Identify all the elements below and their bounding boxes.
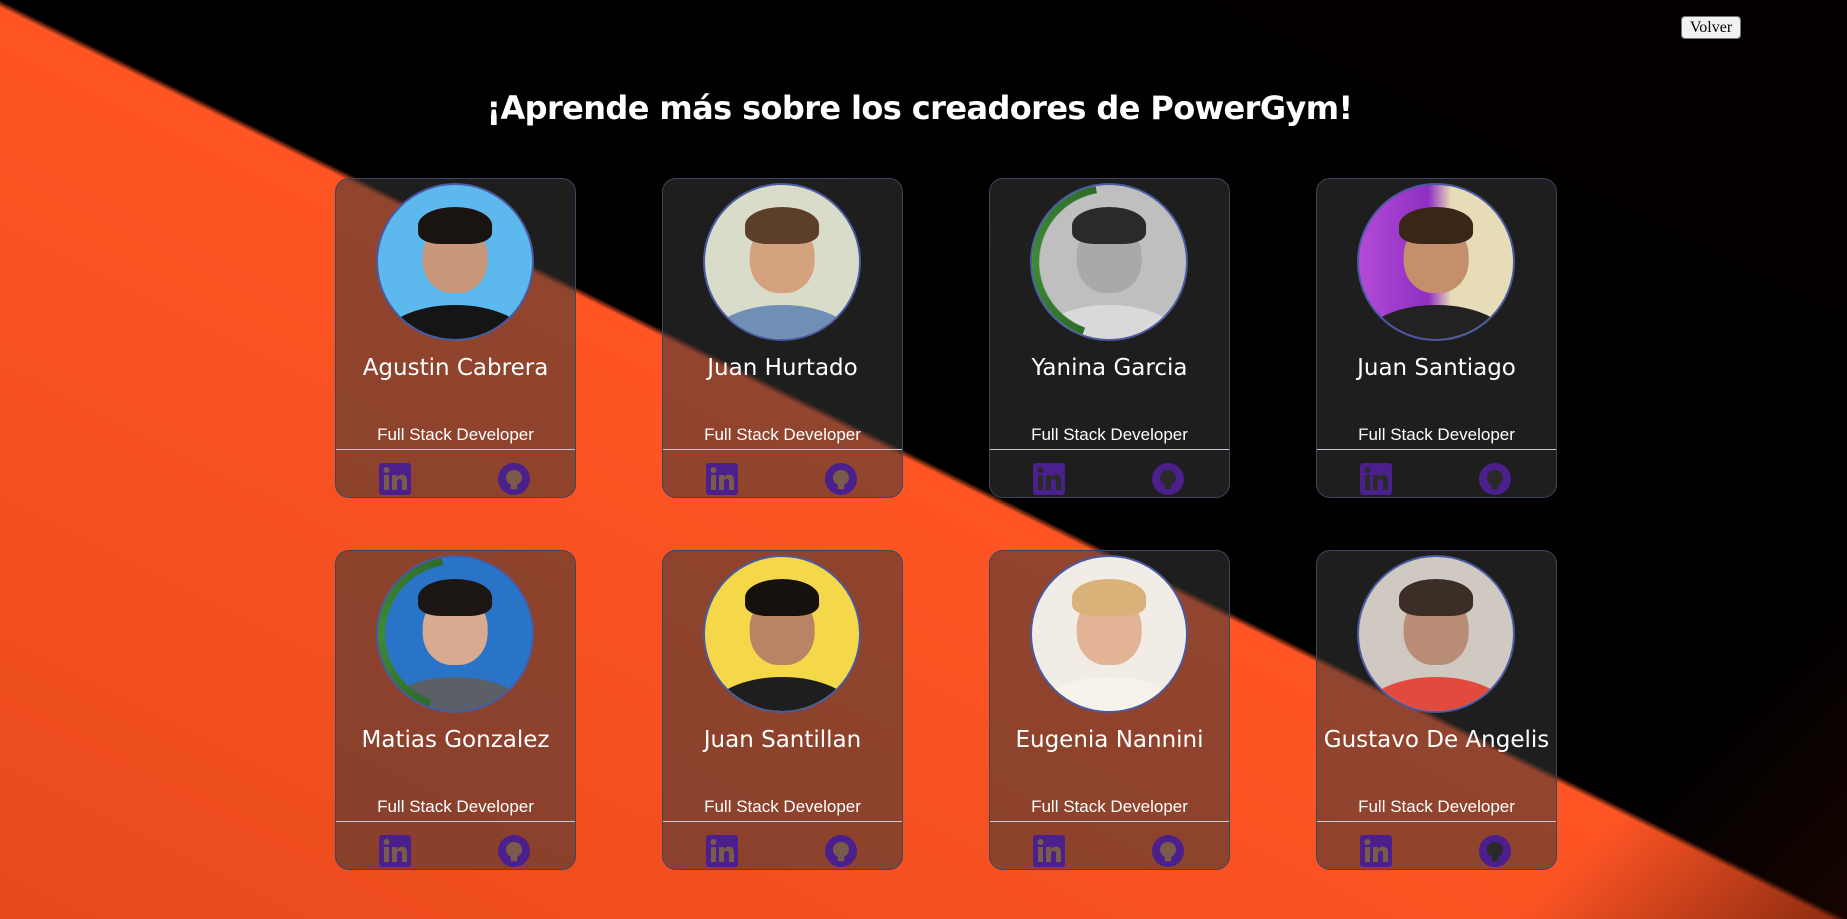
github-icon[interactable]: [497, 834, 531, 868]
creator-name: Juan Hurtado: [707, 355, 858, 381]
volver-button[interactable]: Volver: [1681, 16, 1741, 39]
linkedin-icon[interactable]: [378, 834, 412, 868]
github-icon[interactable]: [824, 834, 858, 868]
page-title: ¡Aprende más sobre los creadores de Powe…: [486, 89, 1353, 127]
divider: [990, 821, 1229, 822]
creator-role: Full Stack Developer: [1358, 425, 1515, 444]
divider: [990, 449, 1229, 450]
avatar: [1357, 183, 1515, 341]
creator-card: Gustavo De Angelis Full Stack Developer: [1316, 550, 1557, 870]
creator-card: Eugenia Nannini Full Stack Developer: [989, 550, 1230, 870]
linkedin-icon[interactable]: [1032, 834, 1066, 868]
divider: [336, 449, 575, 450]
divider: [1317, 821, 1556, 822]
creator-card: Juan Santillan Full Stack Developer: [662, 550, 903, 870]
linkedin-icon[interactable]: [705, 462, 739, 496]
creator-name: Juan Santiago: [1357, 355, 1516, 381]
linkedin-icon[interactable]: [1032, 462, 1066, 496]
github-icon[interactable]: [1151, 462, 1185, 496]
avatar: [376, 183, 534, 341]
divider: [336, 821, 575, 822]
creator-name: Eugenia Nannini: [1015, 727, 1204, 753]
creator-card: Matias Gonzalez Full Stack Developer: [335, 550, 576, 870]
divider: [1317, 449, 1556, 450]
avatar: [1030, 183, 1188, 341]
linkedin-icon[interactable]: [1359, 834, 1393, 868]
creator-role: Full Stack Developer: [704, 797, 861, 816]
creator-role: Full Stack Developer: [1031, 797, 1188, 816]
creator-card: Agustin Cabrera Full Stack Developer: [335, 178, 576, 498]
linkedin-icon[interactable]: [378, 462, 412, 496]
creator-card: Juan Santiago Full Stack Developer: [1316, 178, 1557, 498]
creator-role: Full Stack Developer: [377, 797, 534, 816]
divider: [663, 821, 902, 822]
creator-name: Yanina Garcia: [1031, 355, 1188, 381]
github-icon[interactable]: [1478, 834, 1512, 868]
creator-role: Full Stack Developer: [1031, 425, 1188, 444]
avatar: [1030, 555, 1188, 713]
creator-card: Yanina Garcia Full Stack Developer: [989, 178, 1230, 498]
creator-name: Gustavo De Angelis: [1323, 727, 1550, 753]
creator-role: Full Stack Developer: [1358, 797, 1515, 816]
creator-name: Agustin Cabrera: [362, 355, 549, 381]
divider: [663, 449, 902, 450]
linkedin-icon[interactable]: [705, 834, 739, 868]
avatar: [703, 183, 861, 341]
avatar: [703, 555, 861, 713]
linkedin-icon[interactable]: [1359, 462, 1393, 496]
creator-name: Matias Gonzalez: [361, 727, 550, 753]
github-icon[interactable]: [1151, 834, 1185, 868]
github-icon[interactable]: [824, 462, 858, 496]
creator-name: Juan Santillan: [703, 727, 862, 753]
creator-role: Full Stack Developer: [704, 425, 861, 444]
creator-card: Juan Hurtado Full Stack Developer: [662, 178, 903, 498]
opentowork-ring: [1032, 185, 1186, 339]
opentowork-ring: [378, 557, 532, 711]
creator-role: Full Stack Developer: [377, 425, 534, 444]
github-icon[interactable]: [497, 462, 531, 496]
avatar: [376, 555, 534, 713]
avatar: [1357, 555, 1515, 713]
github-icon[interactable]: [1478, 462, 1512, 496]
